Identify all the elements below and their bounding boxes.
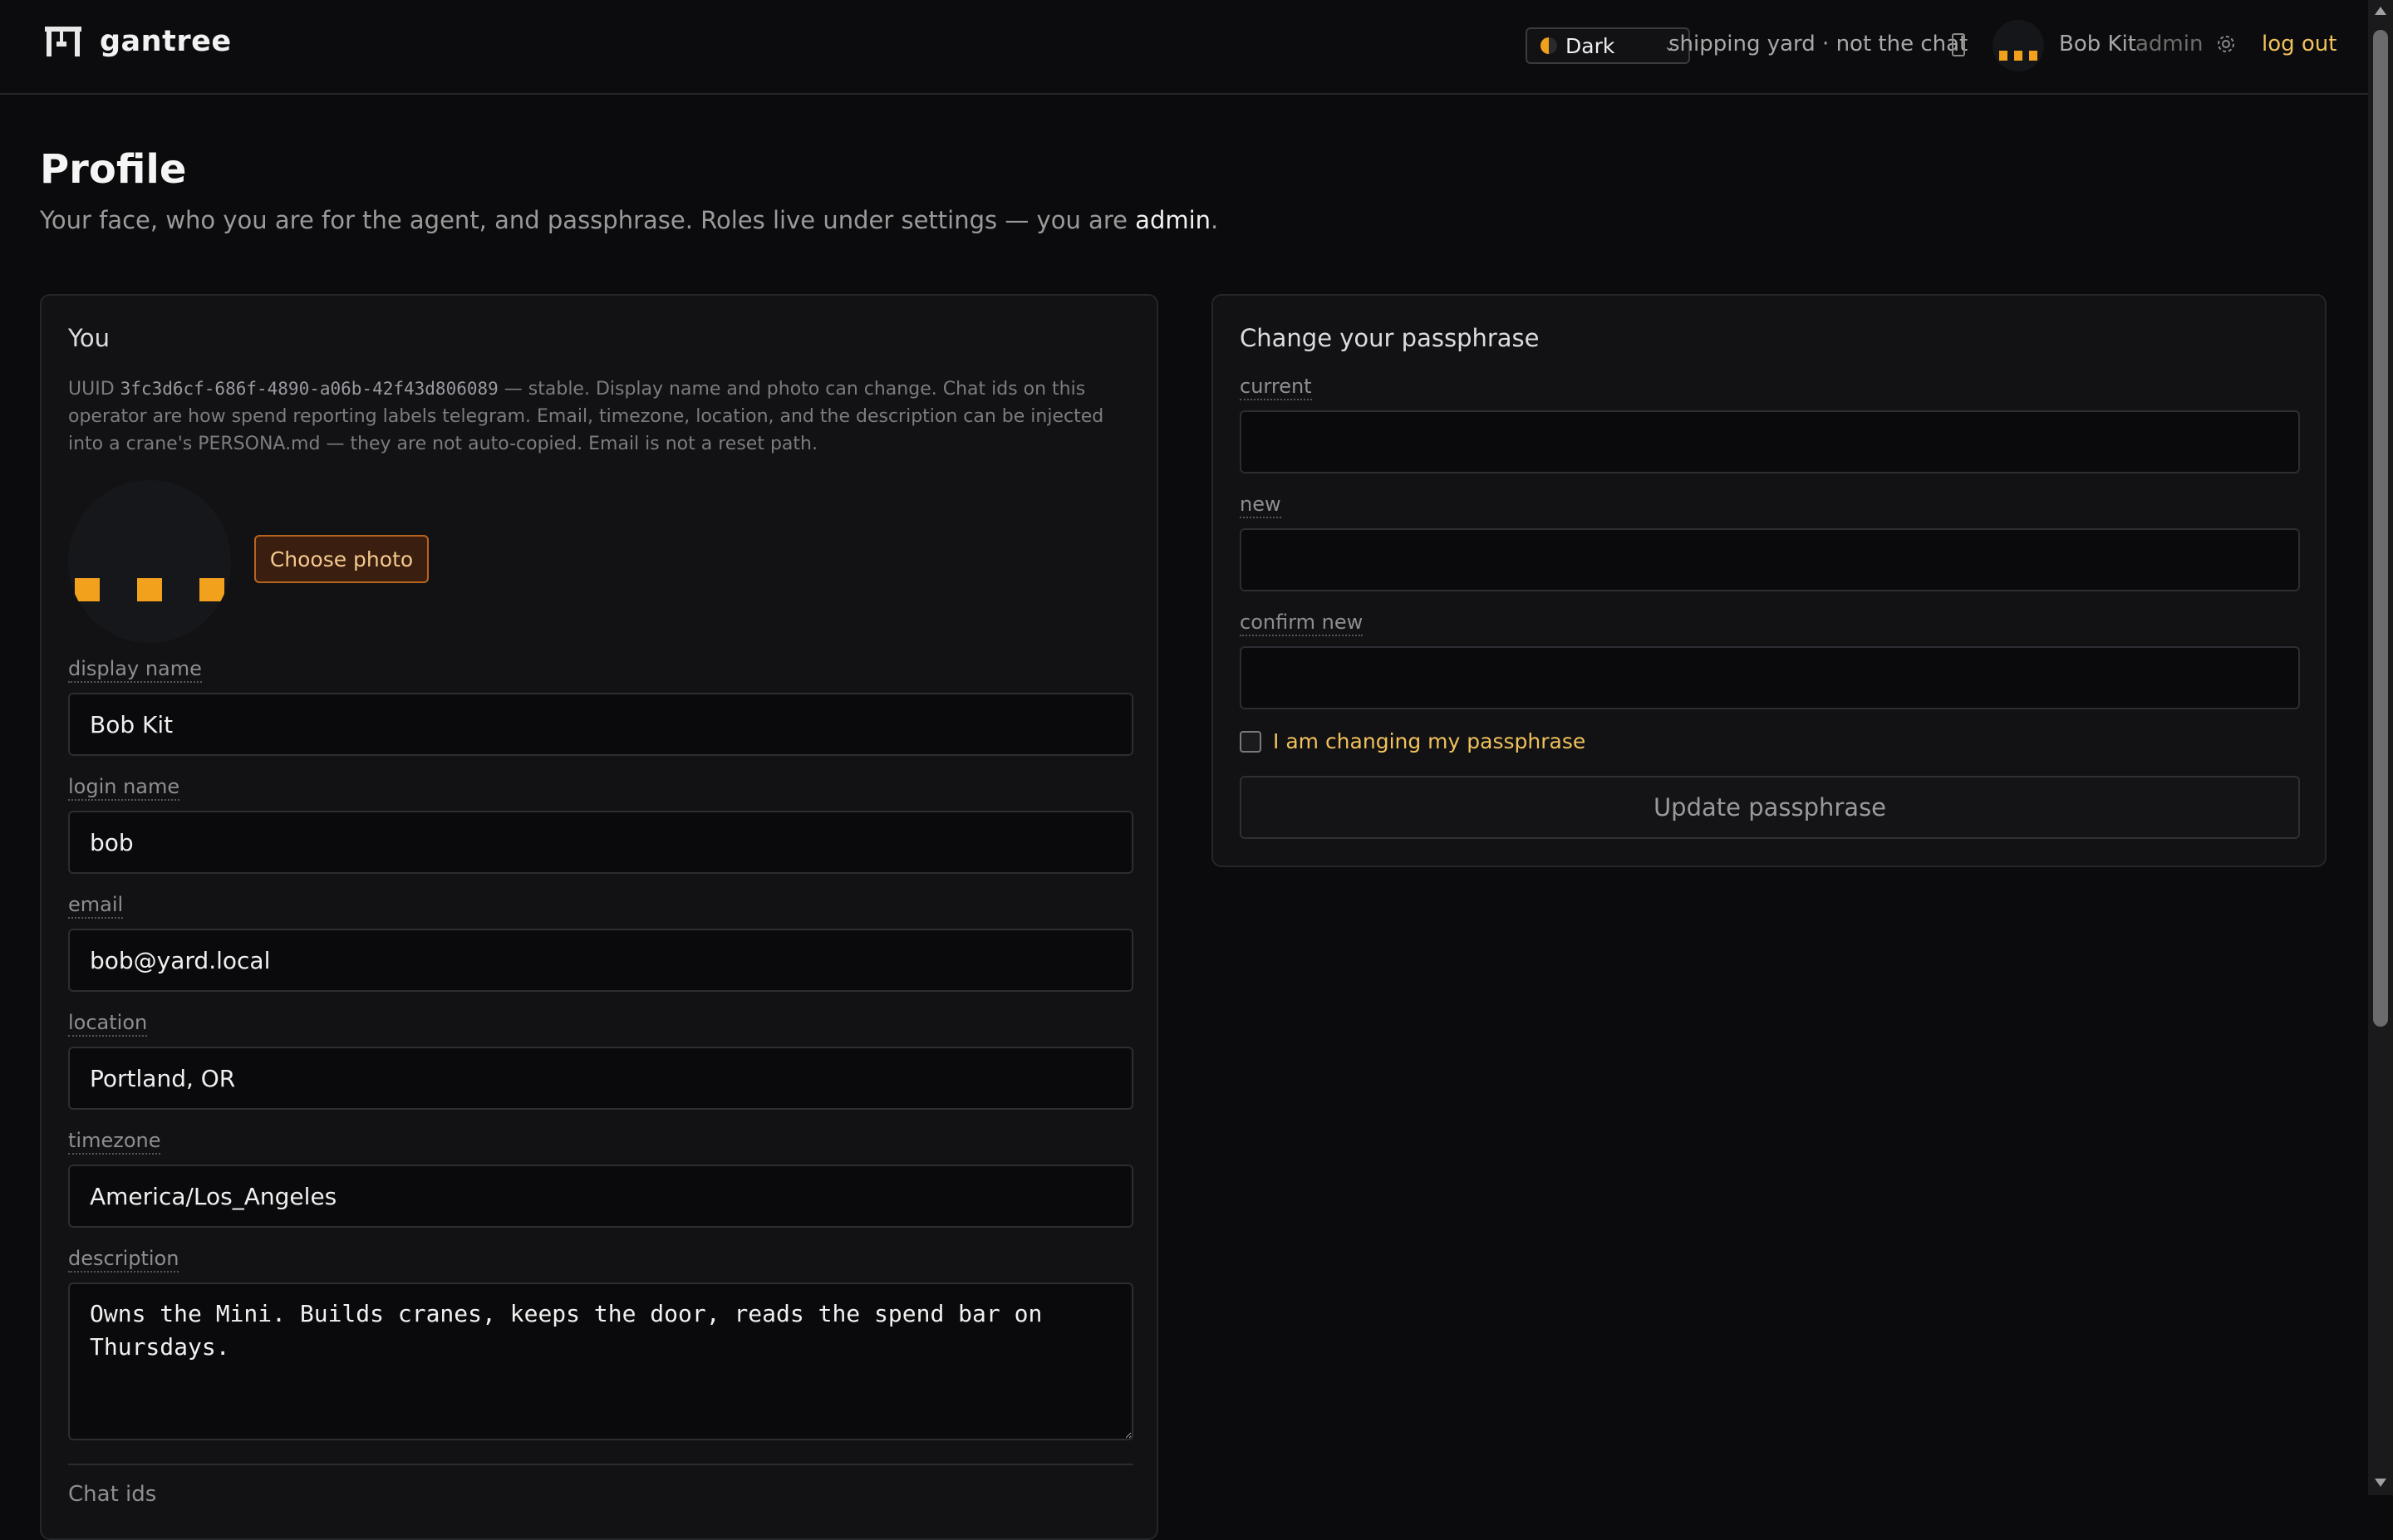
- subtitle-role: admin: [1135, 206, 1211, 234]
- app-name: gantree: [100, 25, 232, 58]
- theme-half-circle-icon: [1540, 37, 1557, 54]
- phone-icon[interactable]: [1952, 33, 1965, 56]
- theme-value: Dark: [1565, 33, 1615, 58]
- photo-mark: [137, 578, 162, 601]
- avatar[interactable]: [1993, 20, 2044, 71]
- card-title: You: [68, 324, 110, 352]
- brand[interactable]: gantree: [43, 25, 232, 58]
- timezone-label: timezone: [68, 1130, 161, 1155]
- divider: [68, 1464, 1133, 1465]
- gear-icon[interactable]: [2215, 33, 2237, 55]
- subtitle-text: Your face, who you are for the agent, an…: [40, 206, 1136, 234]
- user-role: admin: [2135, 32, 2204, 56]
- photo-mark: [199, 578, 224, 601]
- user-name[interactable]: Bob Kit: [2059, 32, 2136, 56]
- email-label: email: [68, 894, 124, 919]
- current-passphrase-input[interactable]: [1240, 410, 2300, 473]
- choose-photo-button[interactable]: Choose photo: [254, 535, 429, 583]
- profile-card: You UUID 3fc3d6cf-686f-4890-a06b-42f43d8…: [40, 294, 1158, 1540]
- changing-passphrase-label[interactable]: I am changing my passphrase: [1273, 729, 1585, 753]
- gantry-logo-icon: [45, 27, 81, 56]
- avatar-mark: [2014, 51, 2022, 61]
- confirm-passphrase-label: confirm new: [1240, 611, 1364, 636]
- scroll-down-arrow-icon[interactable]: [2375, 1479, 2386, 1487]
- new-passphrase-input[interactable]: [1240, 528, 2300, 591]
- changing-passphrase-checkbox[interactable]: [1240, 731, 1261, 753]
- uuid-value: 3fc3d6cf-686f-4890-a06b-42f43d806089: [120, 379, 499, 399]
- avatar-mark: [1999, 51, 2007, 61]
- subtitle-end: .: [1211, 206, 1219, 234]
- description-label: description: [68, 1248, 179, 1273]
- uuid-note: UUID 3fc3d6cf-686f-4890-a06b-42f43d80608…: [68, 375, 1123, 458]
- location-input[interactable]: [68, 1047, 1133, 1110]
- display-name-input[interactable]: [68, 693, 1133, 756]
- uuid-label: UUID: [68, 379, 115, 400]
- description-textarea[interactable]: Owns the Mini. Builds cranes, keeps the …: [68, 1283, 1133, 1440]
- card-title: Change your passphrase: [1240, 324, 1540, 352]
- chat-ids-label: Chat ids: [68, 1482, 157, 1507]
- scrollbar-thumb[interactable]: [2373, 30, 2388, 1027]
- top-bar: gantree Dark ⌄ shipping yard · not the c…: [0, 0, 2368, 95]
- page-title: Profile: [40, 146, 187, 193]
- theme-select[interactable]: Dark ⌄: [1526, 27, 1690, 64]
- workspace-label: shipping yard · not the chat: [1668, 32, 1968, 56]
- update-passphrase-button[interactable]: Update passphrase: [1240, 776, 2300, 839]
- avatar-mark: [2029, 51, 2037, 61]
- photo-mark: [75, 578, 100, 601]
- timezone-input[interactable]: [68, 1165, 1133, 1228]
- new-passphrase-label: new: [1240, 493, 1281, 518]
- profile-photo: [68, 480, 231, 643]
- email-field[interactable]: [68, 929, 1133, 992]
- display-name-label: display name: [68, 658, 202, 683]
- logout-link[interactable]: log out: [2262, 32, 2336, 56]
- page-subtitle: Your face, who you are for the agent, an…: [40, 206, 1218, 234]
- current-passphrase-label: current: [1240, 375, 1312, 400]
- login-name-input[interactable]: [68, 811, 1133, 874]
- location-label: location: [68, 1012, 148, 1037]
- confirm-passphrase-input[interactable]: [1240, 646, 2300, 709]
- scroll-up-arrow-icon[interactable]: [2375, 7, 2386, 15]
- login-name-label: login name: [68, 776, 180, 801]
